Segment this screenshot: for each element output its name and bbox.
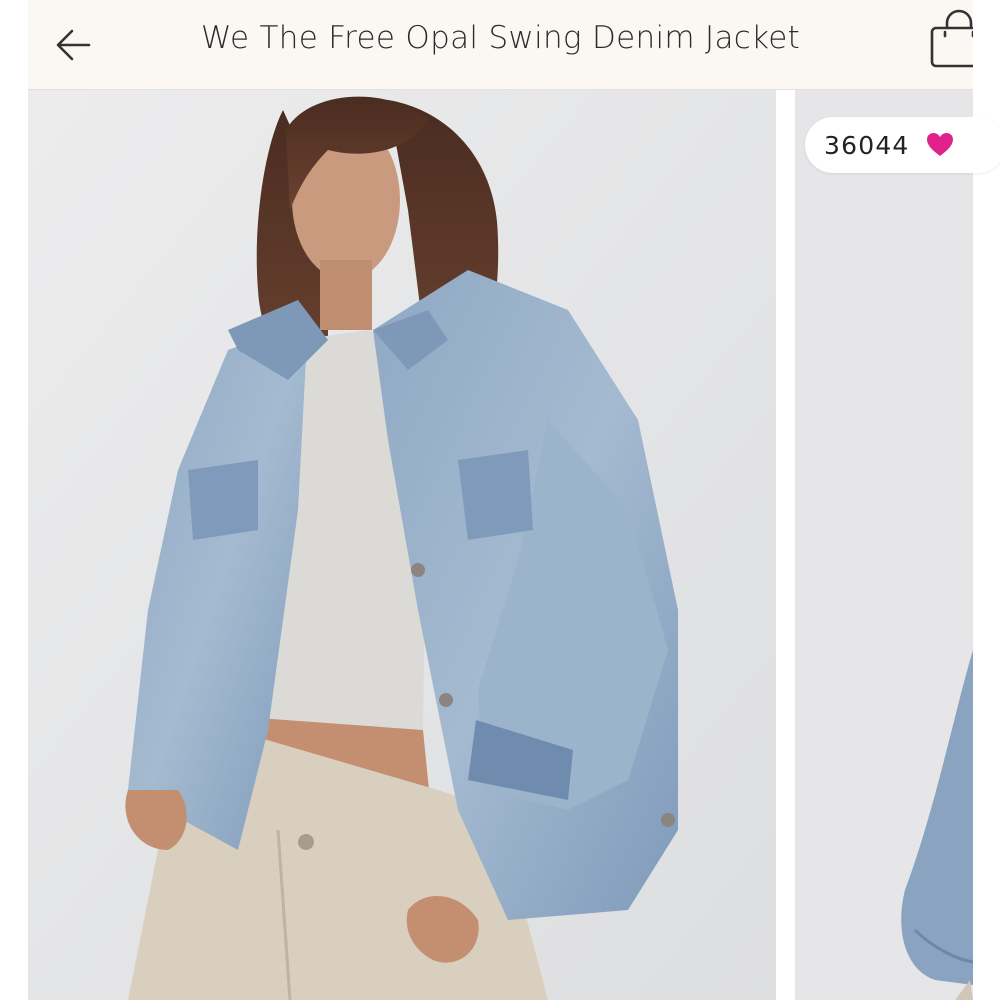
back-button[interactable]: [50, 22, 96, 68]
top-bar: We The Free Opal Swing Denim Jacket: [28, 0, 973, 90]
product-image-gallery[interactable]: [28, 90, 973, 1000]
product-photo-main[interactable]: [28, 90, 776, 1000]
page-title: We The Free Opal Swing Denim Jacket: [200, 20, 801, 56]
shopping-bag-button[interactable]: [923, 8, 973, 70]
arrow-left-icon: [56, 29, 91, 61]
likes-badge[interactable]: 36044: [805, 117, 1000, 173]
shopping-bag-icon: [930, 9, 973, 68]
product-photo-next[interactable]: [795, 90, 973, 1000]
heart-icon: [926, 132, 954, 158]
likes-count: 36044: [824, 130, 910, 160]
